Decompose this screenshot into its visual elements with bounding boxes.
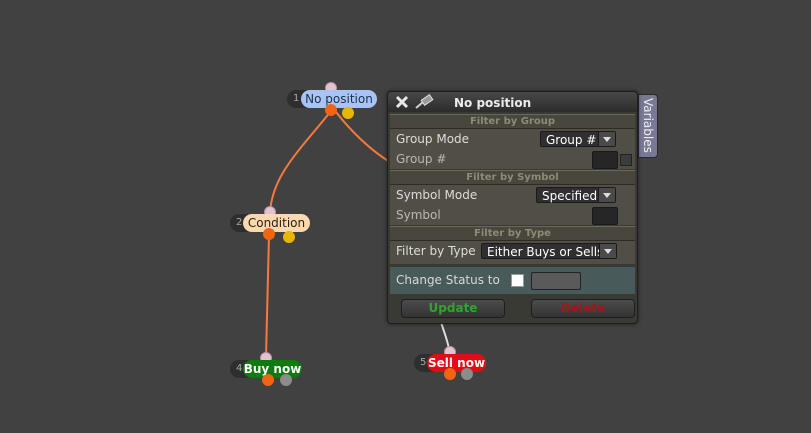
field-label: Symbol [396,208,441,222]
close-icon[interactable] [395,94,409,113]
symbol-mode-select[interactable]: Specified [536,187,616,203]
true-output-connector[interactable] [444,368,456,380]
change-status-row: Change Status to [390,267,635,294]
false-output-connector[interactable] [461,368,473,380]
chevron-down-icon[interactable] [598,132,615,146]
update-button[interactable]: Update [401,299,505,318]
pin-icon[interactable] [414,93,436,114]
node-no-position[interactable]: 1 No position [287,82,379,119]
symbol-mode-row: Symbol Mode Specified [390,185,635,205]
group-mode-select[interactable]: Group # [540,131,616,147]
symbol-input[interactable] [592,207,618,225]
change-status-input[interactable] [531,272,581,290]
field-label: Group # [396,152,447,166]
panel-title: No position [454,96,532,110]
field-label: Filter by Type [396,244,476,258]
delete-button[interactable]: Delete [531,299,635,318]
node-label: Sell now [427,354,486,372]
filter-by-type-section: Filter by Type Filter by Type Either Buy… [390,226,635,264]
section-title: Filter by Group [390,115,635,129]
symbol-row: Symbol [390,205,635,225]
change-status-label: Change Status to [396,273,500,287]
true-output-connector[interactable] [263,228,275,240]
node-condition[interactable]: 2 Condition [230,206,312,243]
change-status-checkbox[interactable] [511,274,524,287]
select-value: Specified [542,189,598,203]
field-label: Group Mode [396,132,470,146]
panel-header: No position [388,92,637,112]
false-output-connector[interactable] [283,231,295,243]
true-output-connector[interactable] [262,374,274,386]
node-label: Condition [243,214,310,232]
filter-by-type-row: Filter by Type Either Buys or Sells [390,241,635,261]
variables-tab[interactable]: Variables [638,94,658,158]
section-title: Filter by Type [390,227,635,241]
select-value: Either Buys or Sells [487,245,604,259]
field-label: Symbol Mode [396,188,478,202]
filter-by-group-section: Filter by Group Group Mode Group # Group… [390,114,635,169]
node-properties-panel: No position Filter by Group Group Mode G… [387,91,638,324]
group-number-row: Group # [390,149,635,169]
chevron-down-icon[interactable] [599,244,616,258]
filter-by-type-select[interactable]: Either Buys or Sells [481,243,617,259]
false-output-connector[interactable] [342,107,354,119]
true-output-connector[interactable] [325,104,337,116]
variables-tab-label: Variables [641,98,655,153]
group-number-checkbox[interactable] [620,154,632,166]
select-value: Group # [546,133,597,147]
group-number-input[interactable] [592,151,618,169]
section-title: Filter by Symbol [390,171,635,185]
node-label: No position [301,90,377,108]
false-output-connector[interactable] [280,374,292,386]
chevron-down-icon[interactable] [598,188,615,202]
filter-by-symbol-section: Filter by Symbol Symbol Mode Specified S… [390,170,635,225]
node-buy-now[interactable]: 4 Buy now [230,352,304,386]
group-mode-row: Group Mode Group # [390,129,635,149]
node-sell-now[interactable]: 5 Sell now [414,346,488,380]
